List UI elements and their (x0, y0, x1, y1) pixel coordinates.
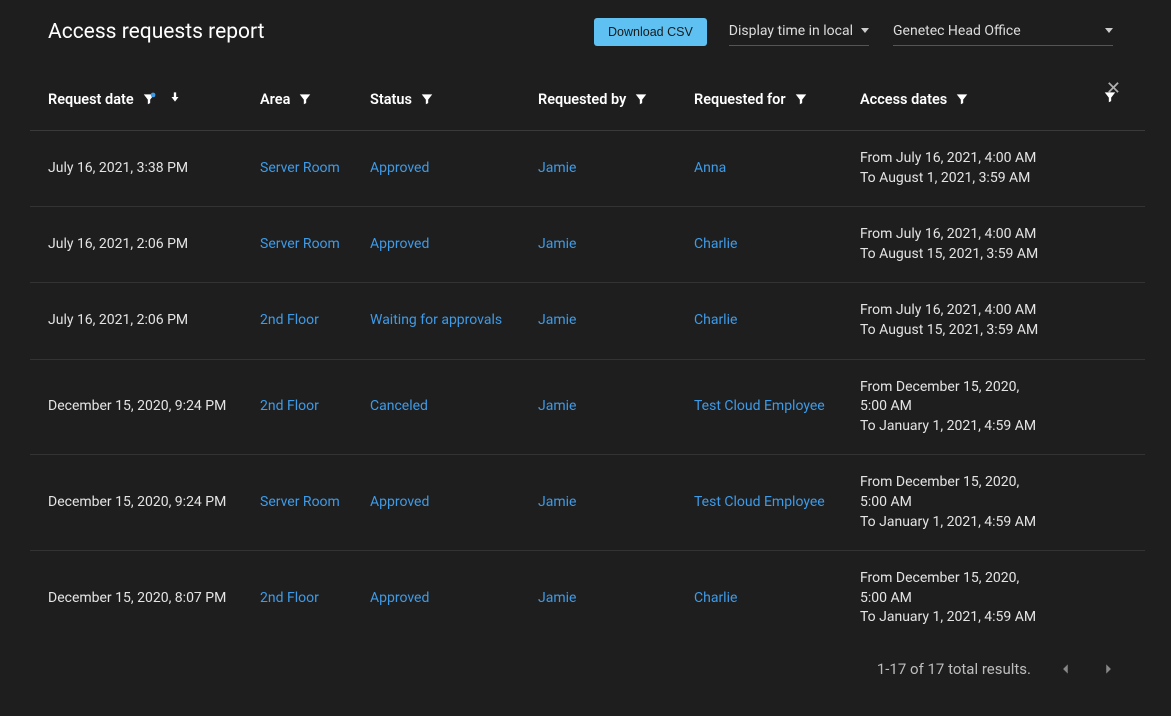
table-row: December 15, 2020, 8:07 PM2nd FloorAppro… (30, 551, 1145, 646)
filter-icon[interactable] (794, 92, 808, 106)
page-title: Access requests report (48, 20, 594, 44)
cell-requested-by[interactable]: Jamie (520, 359, 676, 455)
cell-requested-for[interactable]: Charlie (676, 207, 842, 283)
time-display-dropdown[interactable]: Display time in local (729, 19, 869, 46)
filter-icon[interactable] (634, 92, 648, 106)
table-row: December 15, 2020, 9:24 PM2nd FloorCance… (30, 359, 1145, 455)
cell-request-date: December 15, 2020, 9:24 PM (30, 359, 242, 455)
prev-page-button[interactable] (1059, 662, 1073, 676)
sort-desc-icon[interactable] (168, 90, 182, 108)
cell-area[interactable]: 2nd Floor (242, 551, 352, 646)
cell-access-dates: From December 15, 2020, 5:00 AMTo Januar… (842, 359, 1052, 455)
cell-requested-for[interactable]: Charlie (676, 551, 842, 646)
cell-access-dates: From July 16, 2021, 4:00 AMTo August 15,… (842, 207, 1052, 283)
cell-status[interactable]: Approved (352, 131, 520, 207)
cell-request-date: December 15, 2020, 9:24 PM (30, 455, 242, 551)
cell-status[interactable]: Approved (352, 551, 520, 646)
cell-request-date: July 16, 2021, 2:06 PM (30, 207, 242, 283)
cell-status[interactable]: Approved (352, 455, 520, 551)
cell-requested-by[interactable]: Jamie (520, 551, 676, 646)
col-status[interactable]: Status (370, 91, 412, 108)
pager: 1-17 of 17 total results. (30, 646, 1145, 702)
cell-request-date: December 15, 2020, 8:07 PM (30, 551, 242, 646)
site-label: Genetec Head Office (893, 23, 1021, 39)
cell-area[interactable]: Server Room (242, 131, 352, 207)
cell-requested-by[interactable]: Jamie (520, 283, 676, 359)
cell-request-date: July 16, 2021, 3:38 PM (30, 131, 242, 207)
next-page-button[interactable] (1101, 662, 1115, 676)
cell-requested-for[interactable]: Anna (676, 131, 842, 207)
table-row: July 16, 2021, 2:06 PM2nd FloorWaiting f… (30, 283, 1145, 359)
report-scroll-area[interactable]: Request date Area (0, 68, 1171, 716)
cell-status[interactable]: Approved (352, 207, 520, 283)
col-requested-for[interactable]: Requested for (694, 91, 786, 108)
download-csv-button[interactable]: Download CSV (594, 18, 707, 46)
cell-requested-for[interactable]: Test Cloud Employee (676, 359, 842, 455)
close-icon[interactable]: ✕ (1106, 78, 1121, 99)
cell-status[interactable]: Canceled (352, 359, 520, 455)
col-access-dates[interactable]: Access dates (860, 91, 947, 108)
filter-icon[interactable] (955, 92, 969, 106)
cell-requested-for[interactable]: Charlie (676, 283, 842, 359)
table-row: July 16, 2021, 2:06 PMServer RoomApprove… (30, 207, 1145, 283)
col-area[interactable]: Area (260, 91, 290, 108)
cell-access-dates: From July 16, 2021, 4:00 AMTo August 1, … (842, 131, 1052, 207)
site-dropdown[interactable]: Genetec Head Office (893, 19, 1113, 46)
time-display-label: Display time in local (729, 23, 853, 39)
filter-icon[interactable] (142, 92, 156, 106)
top-bar: Access requests report Download CSV Disp… (0, 0, 1171, 56)
filter-icon[interactable] (420, 92, 434, 106)
table-row: July 16, 2021, 3:38 PMServer RoomApprove… (30, 131, 1145, 207)
cell-request-date: July 16, 2021, 2:06 PM (30, 283, 242, 359)
col-requested-by[interactable]: Requested by (538, 91, 626, 108)
cell-area[interactable]: 2nd Floor (242, 359, 352, 455)
table-header-row: Request date Area (30, 68, 1145, 131)
cell-access-dates: From July 16, 2021, 4:00 AMTo August 15,… (842, 283, 1052, 359)
access-requests-table: Request date Area (30, 68, 1145, 646)
cell-requested-by[interactable]: Jamie (520, 207, 676, 283)
cell-requested-by[interactable]: Jamie (520, 131, 676, 207)
cell-area[interactable]: Server Room (242, 207, 352, 283)
pager-summary: 1-17 of 17 total results. (877, 660, 1031, 678)
cell-area[interactable]: 2nd Floor (242, 283, 352, 359)
cell-access-dates: From December 15, 2020, 5:00 AMTo Januar… (842, 551, 1052, 646)
cell-requested-by[interactable]: Jamie (520, 455, 676, 551)
table-row: December 15, 2020, 9:24 PMServer RoomApp… (30, 455, 1145, 551)
cell-requested-for[interactable]: Test Cloud Employee (676, 455, 842, 551)
caret-down-icon (861, 28, 869, 33)
col-request-date[interactable]: Request date (48, 91, 134, 108)
cell-area[interactable]: Server Room (242, 455, 352, 551)
caret-down-icon (1105, 28, 1113, 33)
cell-access-dates: From December 15, 2020, 5:00 AMTo Januar… (842, 455, 1052, 551)
cell-status[interactable]: Waiting for approvals (352, 283, 520, 359)
filter-icon[interactable] (298, 92, 312, 106)
